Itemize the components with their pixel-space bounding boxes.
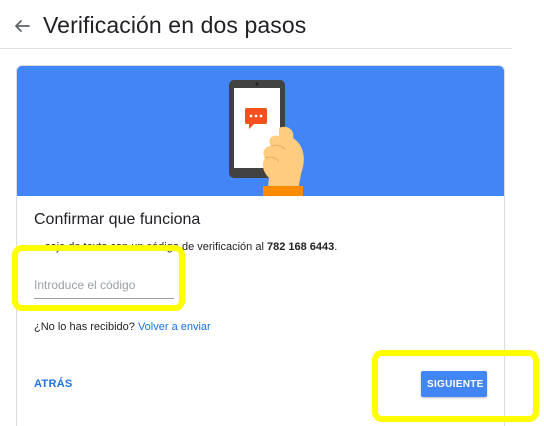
page-title: Verificación en dos pasos [43, 12, 307, 38]
instruction-suffix: . [334, 241, 338, 253]
card-heading: Confirmar que funciona [34, 211, 201, 228]
phone-number: 782 168 6443 [266, 241, 335, 253]
resend-link[interactable]: Volver a enviar [138, 321, 211, 333]
resend-prompt: ¿No lo has recibido? [34, 321, 135, 333]
back-button[interactable]: ATRÁS [34, 378, 73, 390]
page-header: Verificación en dos pasos [0, 0, 512, 49]
arrow-back-icon[interactable] [12, 16, 32, 36]
next-button[interactable]: SIGUIENTE [421, 371, 487, 397]
banner [17, 66, 504, 196]
instruction-text: …saje de texto con un código de verifica… [34, 241, 494, 253]
resend-row: ¿No lo has recibido? Volver a enviar [34, 321, 211, 333]
instruction-body: …saje de texto con un código de verifica… [34, 241, 264, 253]
hand-holding-phone-icon [229, 80, 304, 196]
verification-card: Confirmar que funciona …saje de texto co… [16, 65, 505, 426]
code-input[interactable] [34, 272, 174, 299]
